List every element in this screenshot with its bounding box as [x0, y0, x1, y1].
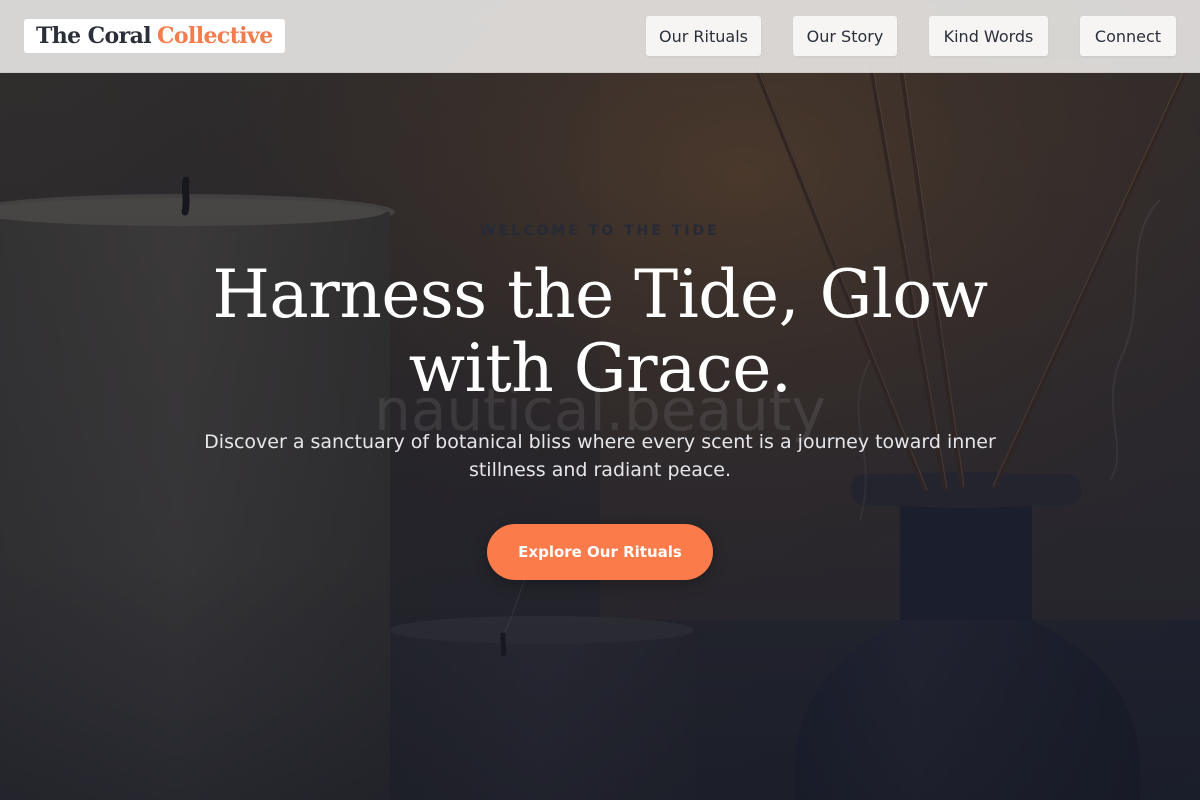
nav-our-rituals[interactable]: Our Rituals: [646, 16, 761, 56]
hero-eyebrow: WELCOME TO THE TIDE: [480, 223, 720, 239]
explore-rituals-button[interactable]: Explore Our Rituals: [487, 524, 713, 580]
brand-name-part2: Collective: [157, 23, 273, 49]
page: The Coral Collective Our Rituals Our Sto…: [0, 0, 1200, 800]
nav-connect[interactable]: Connect: [1080, 16, 1176, 56]
site-header: The Coral Collective Our Rituals Our Sto…: [0, 0, 1200, 73]
brand-logo[interactable]: The Coral Collective: [24, 19, 285, 53]
hero-subheadline: Discover a sanctuary of botanical bliss …: [204, 431, 996, 481]
nav-kind-words[interactable]: Kind Words: [929, 16, 1048, 56]
brand-name-part1: The Coral: [36, 23, 152, 49]
hero-headline: Harness the Tide, Glow with Grace.: [212, 256, 988, 407]
nav-our-story[interactable]: Our Story: [793, 16, 897, 56]
